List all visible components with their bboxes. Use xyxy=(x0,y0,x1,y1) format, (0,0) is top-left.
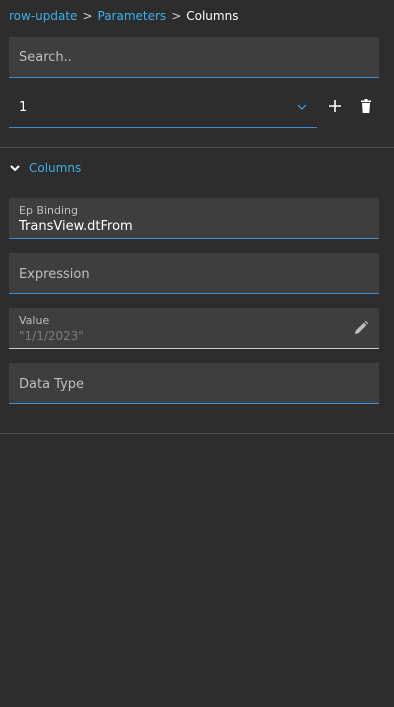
row-selector-value: 1 xyxy=(19,100,28,115)
divider xyxy=(0,147,394,148)
chevron-down-icon xyxy=(10,165,20,172)
ep-binding-field[interactable]: Ep Binding TransView.dtFrom xyxy=(9,198,379,239)
value-value: "1/1/2023" xyxy=(19,329,84,343)
search-input[interactable]: Search.. xyxy=(9,37,379,78)
search-placeholder: Search.. xyxy=(19,50,72,65)
breadcrumb-current: Columns xyxy=(186,9,239,23)
breadcrumb-separator: > xyxy=(171,9,182,23)
ep-binding-value: TransView.dtFrom xyxy=(19,219,133,234)
breadcrumb-link-row-update[interactable]: row-update xyxy=(9,9,77,23)
add-row-button[interactable] xyxy=(327,98,343,114)
breadcrumb: row-update > Parameters > Columns xyxy=(9,9,238,23)
breadcrumb-link-parameters[interactable]: Parameters xyxy=(98,9,167,23)
value-field[interactable]: Value "1/1/2023" xyxy=(9,308,379,349)
expression-placeholder: Expression xyxy=(19,267,90,282)
breadcrumb-separator: > xyxy=(82,9,93,23)
divider xyxy=(0,433,394,434)
data-type-field[interactable]: Data Type xyxy=(9,363,379,404)
row-selector-dropdown[interactable]: 1 xyxy=(9,90,317,128)
chevron-down-icon[interactable] xyxy=(295,100,309,114)
ep-binding-label: Ep Binding xyxy=(19,204,78,217)
delete-row-button[interactable] xyxy=(358,98,374,114)
section-header-columns[interactable]: Columns xyxy=(9,160,81,176)
expression-field[interactable]: Expression xyxy=(9,253,379,294)
data-type-placeholder: Data Type xyxy=(19,377,85,392)
pencil-icon[interactable] xyxy=(353,320,369,336)
section-title: Columns xyxy=(29,161,82,175)
value-label: Value xyxy=(19,314,50,327)
